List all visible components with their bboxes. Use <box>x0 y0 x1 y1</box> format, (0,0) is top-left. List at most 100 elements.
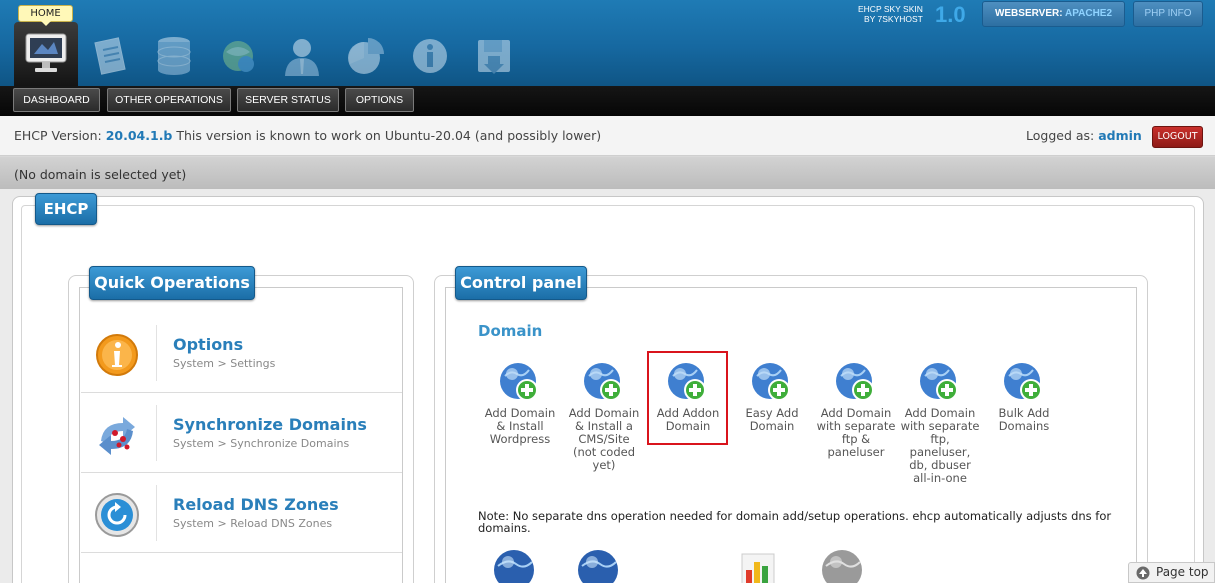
label-line: yet) <box>592 458 616 472</box>
skin-name: EHCP SKY SKIN <box>858 4 923 14</box>
label-line: db, dbuser <box>909 458 971 472</box>
content-area: EHCP Options System > Settings Synchroni… <box>0 189 1215 583</box>
database-icon[interactable] <box>152 34 196 78</box>
home-tooltip: HOME <box>18 5 73 26</box>
label-line: ftp, <box>930 432 950 446</box>
label-line: Easy Add <box>745 406 799 420</box>
separator <box>156 485 157 541</box>
page-top-button[interactable]: Page top <box>1128 562 1215 583</box>
skin-version: 1.0 <box>935 2 966 27</box>
version-number: 20.04.1.b <box>105 128 173 143</box>
version-info: EHCP Version: 20.04.1.b This version is … <box>14 128 601 143</box>
separator <box>156 325 157 381</box>
quick-operations-list: Options System > Settings Synchronize Do… <box>79 287 403 583</box>
label-line: Add Domain <box>568 406 640 420</box>
quick-op-title[interactable]: Synchronize Domains <box>173 415 367 434</box>
label-line: all-in-one <box>913 471 967 485</box>
globe-add-icon <box>1004 363 1042 401</box>
page-top-label: Page top <box>1156 565 1209 579</box>
monitor-icon <box>25 33 67 72</box>
quick-op-title[interactable]: Reload DNS Zones <box>173 495 339 514</box>
control-panel-inner: Domain Add Domain & Install Wordpress Ad… <box>445 287 1137 583</box>
quick-op-options[interactable]: Options System > Settings <box>81 313 402 393</box>
user-icon[interactable] <box>280 34 324 78</box>
quick-operations-panel: Options System > Settings Synchronize Do… <box>68 266 414 583</box>
webserver-value: APACHE2 <box>1064 8 1113 19</box>
dns-note: Note: No separate dns operation needed f… <box>478 509 1112 535</box>
version-note: This version is known to work on Ubuntu-… <box>176 128 602 143</box>
selection-highlight <box>647 351 728 445</box>
ehcp-panel: EHCP Options System > Settings Synchroni… <box>12 193 1204 583</box>
label-line: Domains <box>998 419 1050 433</box>
ehcp-title: EHCP <box>35 193 97 225</box>
label-line: Bulk Add <box>998 406 1050 420</box>
gray-globe-icon[interactable] <box>820 548 864 583</box>
section-title-domain: Domain <box>478 322 543 340</box>
label-line: paneluser, <box>909 445 971 459</box>
ftp-icon[interactable] <box>216 34 260 78</box>
label-line: CMS/Site <box>578 432 630 446</box>
separator <box>156 405 157 461</box>
quick-op-title[interactable]: Options <box>173 335 243 354</box>
domain-bar: (No domain is selected yet) <box>0 157 1215 189</box>
quick-op-subtitle: System > Settings <box>173 357 276 370</box>
skin-title: EHCP SKY SKIN BY 7SKYHOST <box>858 4 923 24</box>
nav-dashboard-button[interactable]: DASHBOARD <box>13 88 100 112</box>
label-line: Domain <box>749 419 795 433</box>
main-nav: DASHBOARD OTHER OPERATIONS SERVER STATUS… <box>0 86 1215 116</box>
label-line: paneluser <box>827 445 885 459</box>
globe-icon[interactable] <box>576 548 620 583</box>
globe-add-icon <box>584 363 622 401</box>
label-line: with separate <box>900 419 980 433</box>
home-tab[interactable] <box>14 22 78 86</box>
bulk-add-domains[interactable]: Bulk Add Domains <box>982 360 1066 432</box>
label-line: & Install <box>496 419 544 433</box>
add-domain-separate-ftp-paneluser[interactable]: Add Domain with separate ftp & paneluser <box>814 360 898 458</box>
label-line: Add Domain <box>904 406 976 420</box>
version-prefix: EHCP Version: <box>14 128 102 143</box>
globe-add-icon <box>836 363 874 401</box>
reload-icon <box>95 493 139 537</box>
add-domain-install-wordpress[interactable]: Add Domain & Install Wordpress <box>478 360 562 445</box>
arrow-up-icon <box>1136 566 1150 580</box>
label-line: Wordpress <box>489 432 551 446</box>
label-line: & Install a <box>575 419 633 433</box>
sync-icon <box>99 417 135 455</box>
nav-options-button[interactable]: OPTIONS <box>345 88 414 112</box>
info-bar: EHCP Version: 20.04.1.b This version is … <box>0 116 1215 156</box>
php-info-button[interactable]: PHP INFO <box>1133 1 1203 27</box>
info-icon[interactable] <box>408 34 452 78</box>
add-domain-install-cms[interactable]: Add Domain & Install a CMS/Site (not cod… <box>562 360 646 471</box>
globe-add-icon <box>920 363 958 401</box>
label-line: (not coded <box>572 445 635 459</box>
globe-add-icon <box>500 363 538 401</box>
nav-other-operations-button[interactable]: OTHER OPERATIONS <box>107 88 231 112</box>
label-line: ftp & <box>841 432 871 446</box>
logged-as: Logged as: admin <box>1026 128 1142 143</box>
globe-icon[interactable] <box>492 548 536 583</box>
quick-op-synchronize-domains[interactable]: Synchronize Domains System > Synchronize… <box>81 393 402 473</box>
quick-operations-title: Quick Operations <box>89 266 255 300</box>
pie-chart-icon[interactable] <box>344 34 388 78</box>
logout-button[interactable]: LOGOUT <box>1152 126 1203 148</box>
quick-op-subtitle: System > Reload DNS Zones <box>173 517 333 530</box>
quick-op-subtitle: System > Synchronize Domains <box>173 437 350 450</box>
control-panel: Domain Add Domain & Install Wordpress Ad… <box>434 266 1148 583</box>
save-icon[interactable] <box>472 34 516 78</box>
easy-add-domain[interactable]: Easy Add Domain <box>730 360 814 432</box>
bar-chart-icon[interactable] <box>736 548 780 583</box>
info-icon <box>96 334 138 376</box>
webserver-button[interactable]: WEBSERVER: APACHE2 <box>982 1 1125 27</box>
add-domain-all-in-one[interactable]: Add Domain with separate ftp, paneluser,… <box>898 360 982 484</box>
skin-author: BY 7SKYHOST <box>863 14 923 24</box>
quick-op-reload-dns-zones[interactable]: Reload DNS Zones System > Reload DNS Zon… <box>81 473 402 553</box>
domain-status: (No domain is selected yet) <box>14 167 187 182</box>
label-line: with separate <box>816 419 896 433</box>
top-header: HOME EHCP SKY SKIN BY 7SKYHOST 1.0 WEBSE… <box>0 0 1215 86</box>
globe-add-icon <box>752 363 790 401</box>
document-icon[interactable] <box>90 34 134 78</box>
nav-server-status-button[interactable]: SERVER STATUS <box>237 88 339 112</box>
label-line: Add Domain <box>484 406 556 420</box>
logged-prefix: Logged as: <box>1026 128 1095 143</box>
username-link[interactable]: admin <box>1098 128 1142 143</box>
